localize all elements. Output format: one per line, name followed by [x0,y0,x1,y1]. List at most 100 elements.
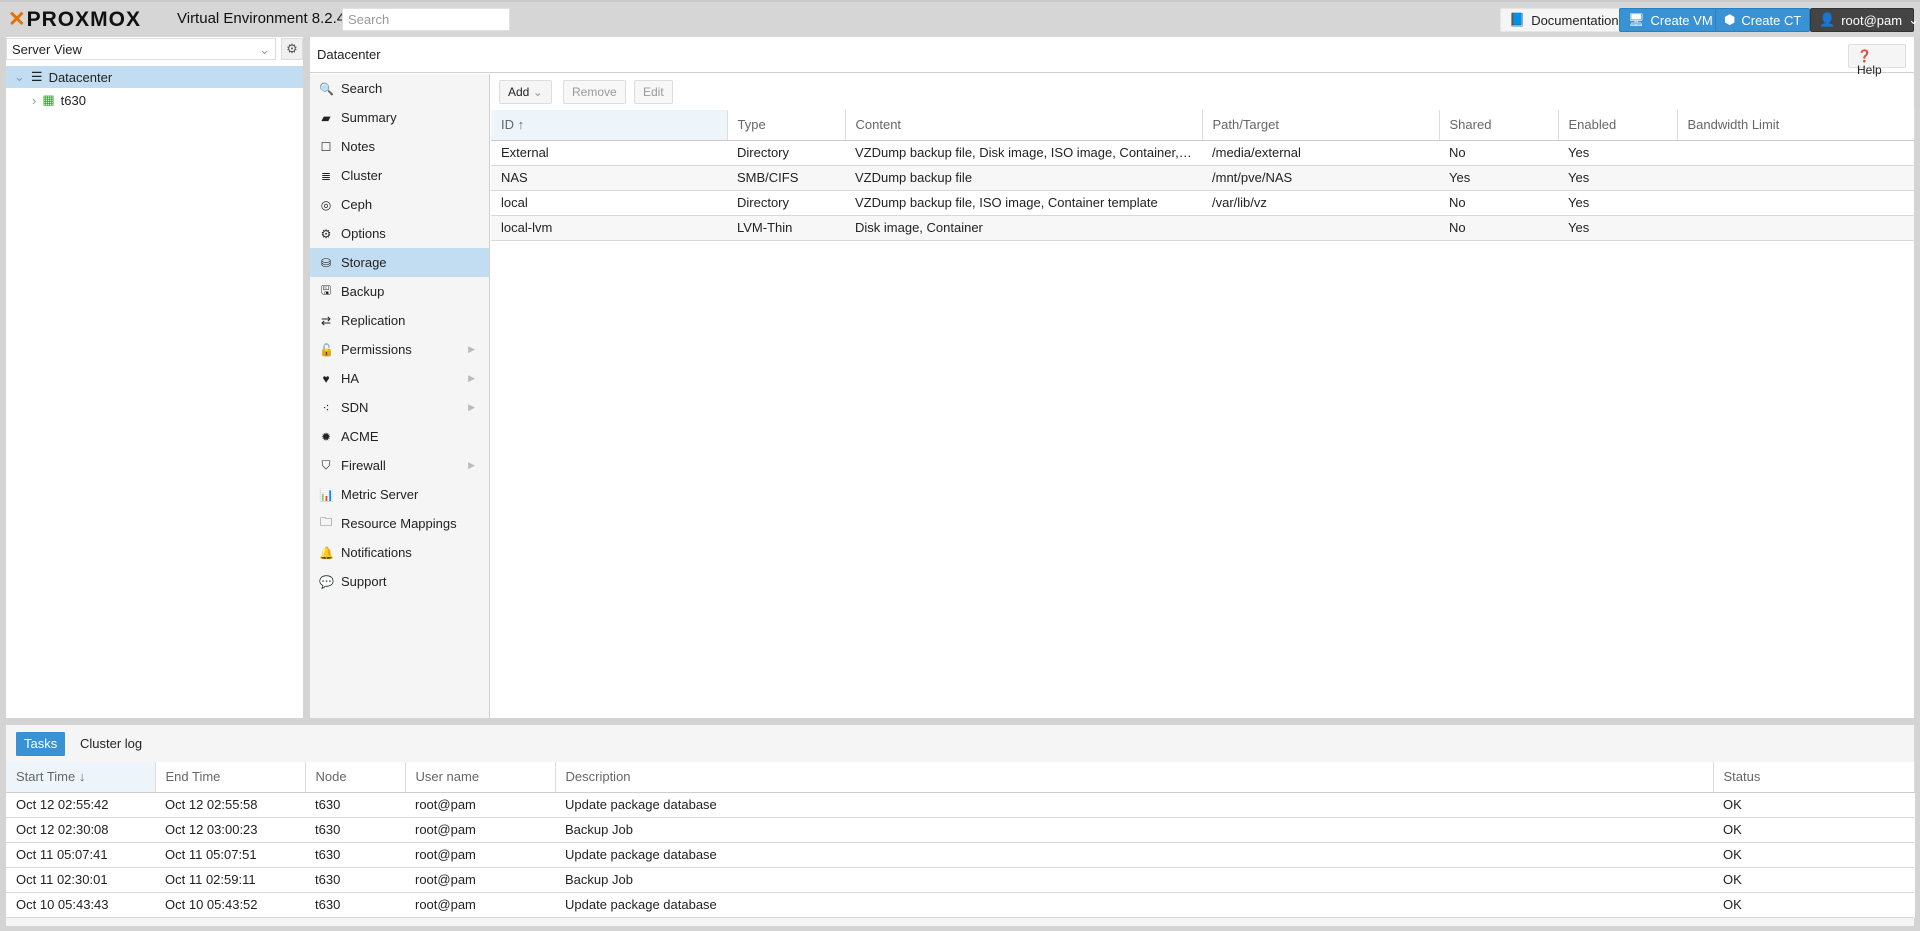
nav-item-summary[interactable]: ▰ Summary [310,103,489,132]
monitor-icon: 🖥 [1628,12,1645,27]
table-cell: Update package database [555,792,1713,818]
nav-item-notifications[interactable]: 🔔 Notifications [310,538,489,567]
nav-item-backup[interactable]: 🖫 Backup [310,277,489,306]
nav-item-ha[interactable]: ♥ HA ▶ [310,364,489,393]
table-cell: No [1439,215,1558,241]
table-row[interactable]: local-lvm LVM-Thin Disk image, Container No… [491,215,1914,241]
table-cell: VZDump backup file, ISO image, Container… [845,190,1202,216]
nav-item-ceph[interactable]: ◎ Ceph [310,190,489,219]
table-row[interactable]: Oct 11 05:07:41 Oct 11 05:07:51 t630 root@p… [6,842,1914,868]
nav-item-firewall[interactable]: ⛉ Firewall ▶ [310,451,489,480]
table-cell: Disk image, Container [845,215,1202,241]
table-cell: VZDump backup file [845,165,1202,191]
column-header[interactable]: Start Time ↓ [6,762,156,793]
table-cell: t630 [305,867,405,893]
nav-item-cluster[interactable]: ≣ Cluster [310,161,489,190]
nav-item-permissions[interactable]: 🔓 Permissions ▶ [310,335,489,364]
table-cell: No [1439,190,1558,216]
server-rack-icon: ☰ [30,69,43,84]
table-row[interactable]: External Directory VZDump backup file, Dis… [491,140,1914,166]
cube-icon: ⬢ [1724,12,1736,27]
table-cell: OK [1713,842,1914,868]
documentation-button[interactable]: 📘 Documentation [1500,8,1628,32]
create-ct-button[interactable]: ⬢ Create CT [1715,8,1811,32]
search-input[interactable]: Search [342,8,510,31]
table-row[interactable]: Oct 12 02:55:42 Oct 12 02:55:58 t630 root@p… [6,792,1914,818]
table-cell: root@pam [405,842,555,868]
summary-icon: ▰ [321,110,331,125]
table-cell: t630 [305,792,405,818]
table-row[interactable]: Oct 12 02:30:08 Oct 12 03:00:23 t630 root@p… [6,817,1914,843]
remove-button[interactable]: Remove [563,80,626,104]
tree-item-datacenter[interactable]: ⌄ ☰ Datacenter [6,66,303,88]
column-header[interactable]: Path/Target [1202,110,1440,141]
nav-item-storage[interactable]: ⛁ Storage [310,248,489,277]
view-selector[interactable]: Server View ⌄ [6,38,276,60]
nav-item-resource-mappings[interactable]: 🗀 Resource Mappings [310,509,489,538]
column-header[interactable]: Content [845,110,1203,141]
column-header[interactable]: End Time [155,762,306,793]
chevron-down-icon: ⌄ [259,42,270,57]
table-cell: SMB/CIFS [727,165,845,191]
table-cell [1677,215,1914,241]
nav-item-support[interactable]: 💬 Support [310,567,489,596]
table-cell [1677,190,1914,216]
nav-item-acme[interactable]: ✹ ACME [310,422,489,451]
table-row[interactable]: local Directory VZDump backup file, ISO im… [491,190,1914,216]
table-cell: OK [1713,867,1914,893]
firewall-icon: ⛉ [321,458,331,472]
column-header[interactable]: Description [555,762,1714,793]
table-row[interactable]: Oct 10 05:43:43 Oct 10 05:43:52 t630 root@p… [6,892,1914,918]
table-cell: LVM-Thin [727,215,845,241]
column-header[interactable]: Status [1713,762,1915,793]
column-header[interactable]: Node [305,762,406,793]
ha-icon: ♥ [322,371,330,386]
user-menu[interactable]: 👤 root@pam ⌄ [1810,8,1919,32]
table-cell: t630 [305,842,405,868]
column-header[interactable]: User name [405,762,556,793]
nav-item-metric-server[interactable]: 📊 Metric Server [310,480,489,509]
column-header[interactable]: Shared [1439,110,1559,141]
nav-item-search[interactable]: 🔍 Search [310,74,489,103]
table-cell: Oct 11 05:07:51 [155,842,305,868]
table-cell: /media/external [1202,140,1439,166]
nav-item-sdn[interactable]: ⁖ SDN ▶ [310,393,489,422]
table-cell: VZDump backup file, Disk image, ISO imag… [845,140,1202,166]
nav-item-notes[interactable]: ☐ Notes [310,132,489,161]
add-button[interactable]: Add ⌄ [499,80,552,104]
nav-item-replication[interactable]: ⇄ Replication [310,306,489,335]
help-button[interactable]: ❓ Help [1848,44,1906,77]
column-header[interactable]: ID ↑ [491,110,728,141]
nav-item-options[interactable]: ⚙ Options [310,219,489,248]
edit-button[interactable]: Edit [634,80,673,104]
create-vm-button[interactable]: 🖥 Create VM [1619,8,1722,32]
tab-tasks[interactable]: Tasks [16,732,66,756]
table-cell: Directory [727,140,845,166]
table-cell: NAS [491,165,727,191]
tasks-table: Start Time ↓ End Time Node User name Descrip… [6,762,1915,918]
column-header[interactable]: Enabled [1558,110,1678,141]
resource-tree [6,37,303,718]
chevron-right-icon: › [32,92,37,108]
table-cell: /mnt/pve/NAS [1202,165,1439,191]
table-cell: root@pam [405,792,555,818]
column-header[interactable]: Type [727,110,846,141]
support-icon: 💬 [319,574,334,589]
permissions-icon: 🔓 [319,342,334,357]
tab-cluster-log[interactable]: Cluster log [72,732,150,756]
table-cell: Oct 12 02:30:08 [6,817,155,843]
table-cell: External [491,140,727,166]
node-online-icon: ▦ [42,92,55,107]
notifications-icon: 🔔 [319,545,334,560]
metric-server-icon: 📊 [319,487,334,502]
chevron-right-icon: ▶ [468,402,475,412]
table-cell: OK [1713,817,1914,843]
tree-item-node[interactable]: › ▦ t630 [6,89,303,111]
gear-icon[interactable]: ⚙ [281,38,303,60]
table-cell: local [491,190,727,216]
table-row[interactable]: Oct 11 02:30:01 Oct 11 02:59:11 t630 root@p… [6,867,1914,893]
storage-table: ID ↑ Type Content Path/Target Shared Enabled B… [491,110,1915,241]
column-header[interactable]: Bandwidth Limit [1677,110,1915,141]
table-cell: local-lvm [491,215,727,241]
table-row[interactable]: NAS SMB/CIFS VZDump backup file/mnt/pve/NA… [491,165,1914,191]
